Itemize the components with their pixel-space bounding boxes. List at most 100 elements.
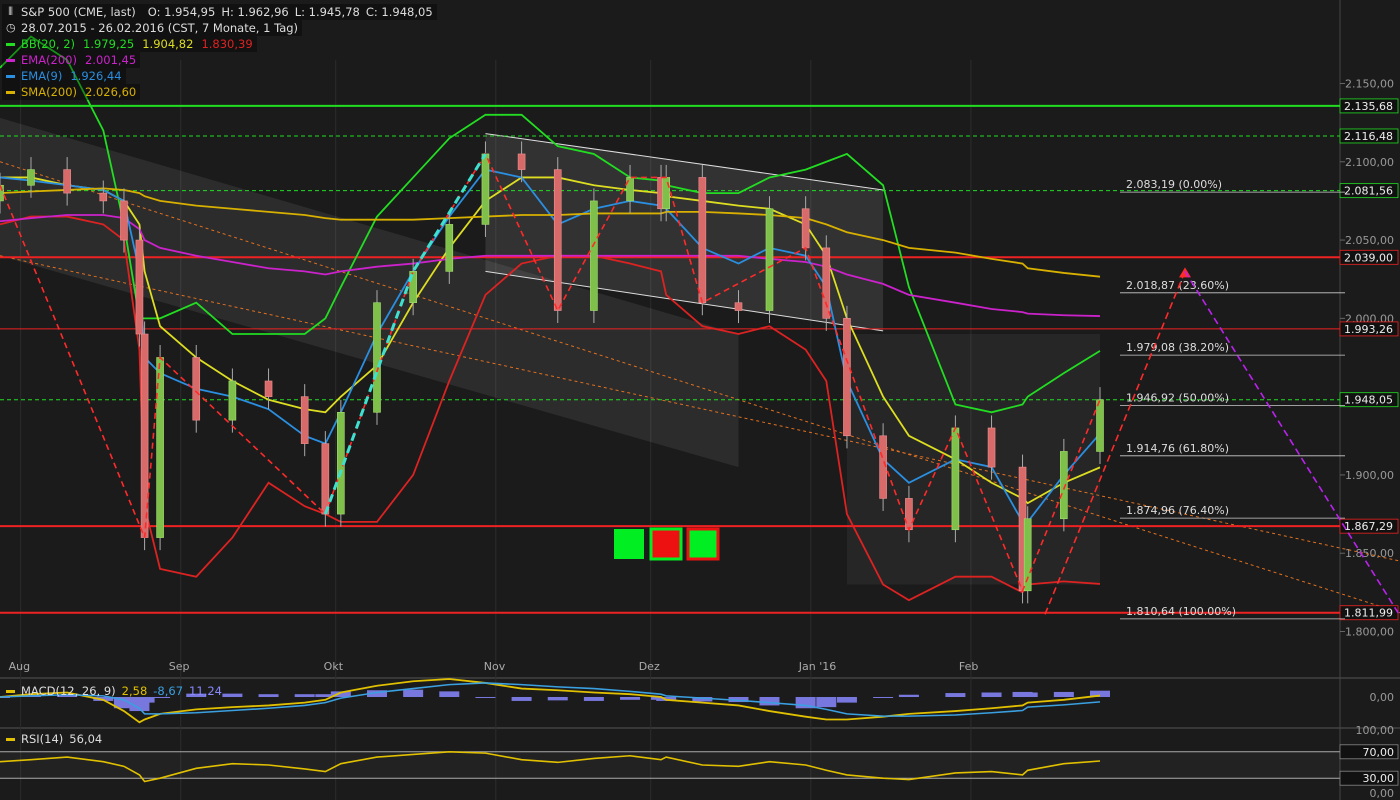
level-label: 1.811,99 <box>1344 607 1393 620</box>
candle-body <box>264 380 273 397</box>
macd-histogram-bar <box>511 697 532 701</box>
macd-legend: MACD(12, 26, 9) 2,58 -8,67 11,24 <box>2 684 226 698</box>
macd-histogram-bar <box>294 694 315 697</box>
indicator-swatch <box>6 74 15 78</box>
candle-body <box>373 302 381 413</box>
indicator-swatch <box>6 90 15 94</box>
price-chart: Aug Sep Okt Nov Dez Jan '16 Feb 2.150,00 2.100,0… <box>0 0 1400 800</box>
candle-body <box>987 427 996 468</box>
macd-histogram-bar <box>620 697 641 700</box>
candle-body <box>905 498 913 531</box>
y-tick-label: 2.100,00 <box>1345 156 1394 169</box>
legend-indicator-row: EMA(200) 2.001,45 <box>2 52 141 68</box>
indicator-value: 1.926,44 <box>70 69 122 83</box>
y-tick-label: 2.050,00 <box>1345 234 1394 247</box>
candle-body <box>1096 399 1104 452</box>
low-value: L: 1.945,78 <box>294 5 360 19</box>
signal-square-green <box>614 529 644 559</box>
legend-indicator-row: SMA(200) 2.026,60 <box>2 84 141 100</box>
level-label: 1.948,05 <box>1344 394 1393 407</box>
instrument-title: S&P 500 (CME, last) <box>21 5 136 19</box>
rsi-top-label: 100,00 <box>1356 724 1395 737</box>
macd-histogram-bar <box>547 697 568 701</box>
legend-title-row: ⫴ S&P 500 (CME, last) O: 1.954,95 H: 1.9… <box>2 4 437 20</box>
y-tick-label: 1.800,00 <box>1345 626 1394 639</box>
close-value: C: 1.948,05 <box>365 5 433 19</box>
x-tick-label: Jan '16 <box>798 660 836 673</box>
fibonacci-label: 1.810,64 (100.00%) <box>1126 605 1236 618</box>
indicator-name: SMA(200) <box>21 85 78 99</box>
x-tick-label: Aug <box>9 660 30 673</box>
fibonacci-label: 1.946,92 (50.00%) <box>1126 391 1229 404</box>
macd-histogram-bar <box>816 697 837 708</box>
candle-body <box>445 224 454 272</box>
macd-histogram-bar <box>403 689 424 697</box>
candle-body <box>321 443 330 515</box>
indicator-name: EMA(200) <box>21 53 77 67</box>
candle-body <box>843 318 851 437</box>
indicator-value: 1.979,25 <box>83 37 135 51</box>
indicator-value: 2.026,60 <box>85 85 137 99</box>
clock-icon: ◷ <box>6 21 16 34</box>
candle-body <box>698 177 707 303</box>
indicator-value: 1.904,82 <box>142 37 194 51</box>
candle-body <box>192 357 201 421</box>
chart-legend: ⫴ S&P 500 (CME, last) O: 1.954,95 H: 1.9… <box>2 4 437 100</box>
macd-histogram-bar <box>439 691 460 697</box>
macd-zero-label: 0,00 <box>1370 691 1395 704</box>
candle-body <box>1060 451 1068 520</box>
candle-body <box>765 208 774 311</box>
macd-histogram-bar <box>836 697 857 703</box>
legend-indicator-row: EMA(9) 1.926,44 <box>2 68 126 84</box>
candle-body <box>27 169 35 186</box>
signal-square-red <box>649 527 683 561</box>
level-label: 2.116,48 <box>1344 130 1393 143</box>
level-label: 2.081,56 <box>1344 185 1393 198</box>
indicator-name: EMA(9) <box>21 69 63 83</box>
level-label: 1.867,29 <box>1344 520 1393 533</box>
macd-histogram-bar <box>873 697 894 698</box>
macd-histogram-bar <box>258 694 279 697</box>
fibonacci-label: 2.083,19 (0.00%) <box>1126 178 1222 191</box>
candle-body <box>734 302 743 311</box>
candle-body <box>517 153 526 170</box>
x-tick-label: Sep <box>169 660 190 673</box>
macd-histogram-bar <box>1053 691 1074 697</box>
candle-body <box>228 380 237 421</box>
macd-label: MACD(12, 26, 9) <box>21 684 116 698</box>
y-tick-label: 1.850,00 <box>1345 547 1394 560</box>
candle-body <box>662 177 670 210</box>
indicator-value: 1.830,39 <box>201 37 253 51</box>
candle-body <box>951 427 960 531</box>
candle-body <box>99 192 108 202</box>
macd-histogram-bar <box>898 694 919 697</box>
rsi-bottom-label: 0,00 <box>1370 787 1395 800</box>
candle-body <box>822 247 831 319</box>
rsi-band <box>0 752 1340 778</box>
macd-histogram-bar <box>945 693 966 697</box>
candle-body <box>553 169 562 311</box>
rsi-label: RSI(14) <box>21 732 64 746</box>
open-value: O: 1.954,95 <box>147 5 216 19</box>
y-tick-label: 2.150,00 <box>1345 77 1394 90</box>
bars-icon: ⫴ <box>8 5 13 18</box>
x-tick-label: Nov <box>484 660 506 673</box>
candle-body <box>120 200 128 241</box>
x-tick-label: Okt <box>324 660 344 673</box>
rsi-swatch <box>6 737 15 741</box>
indicator-name: BB(20, 2) <box>21 37 76 51</box>
candle-body <box>135 239 144 335</box>
legend-indicator-row: BB(20, 2) 1.979,25 1.904,82 1.830,39 <box>2 36 257 52</box>
macd-histogram-bar <box>475 697 496 698</box>
macd-swatch <box>6 689 15 693</box>
fibonacci-label: 1.914,76 (61.80%) <box>1126 442 1229 455</box>
indicator-swatch <box>6 58 15 62</box>
candle-body <box>801 208 810 249</box>
fibonacci-label: 2.018,87 (23.60%) <box>1126 279 1229 292</box>
fibonacci-label: 1.979,08 (38.20%) <box>1126 341 1229 354</box>
rsi-value: 56,04 <box>69 732 103 746</box>
indicator-swatch <box>6 42 15 46</box>
macd-histogram-bar <box>583 697 604 701</box>
candle-body <box>63 169 71 194</box>
period-text: 28.07.2015 - 26.02.2016 (CST, 7 Monate, … <box>21 21 299 35</box>
